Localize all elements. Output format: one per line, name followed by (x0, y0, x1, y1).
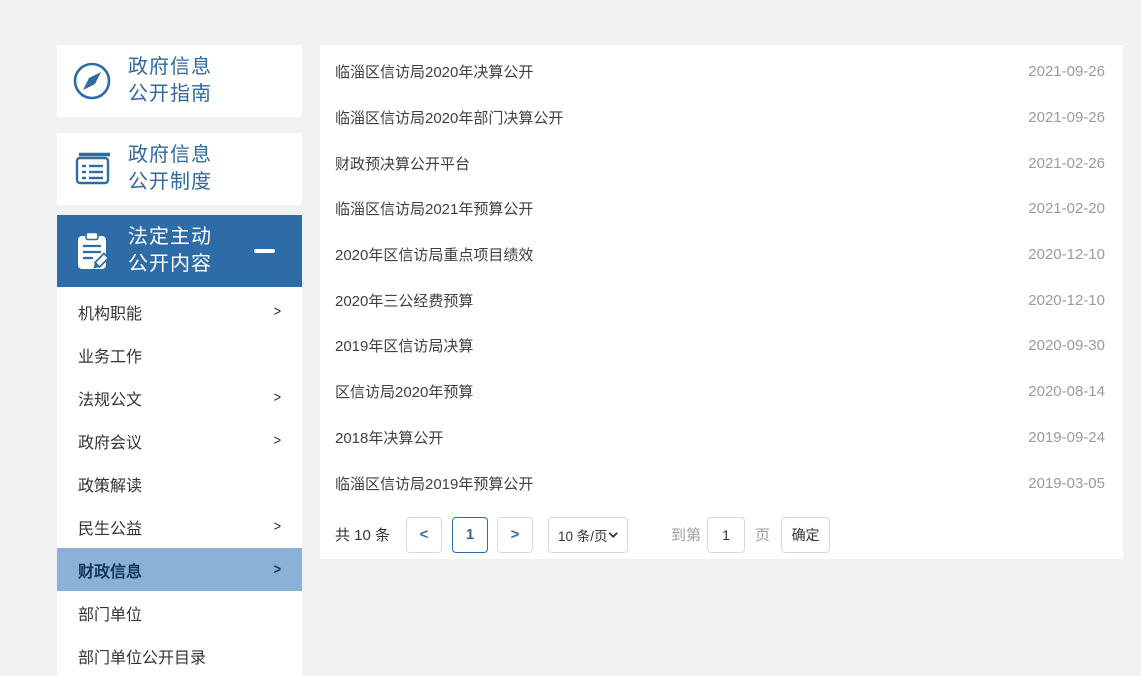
article-list: 临淄区信访局2020年决算公开 2021-09-26 临淄区信访局2020年部门… (320, 45, 1123, 506)
sidebar-menu-item-label: 民生公益 (78, 515, 142, 539)
sidebar-menu-item-label: 部门单位公开目录 (78, 644, 206, 668)
pagination-total-count: 共 10 条 (335, 524, 390, 545)
pagination-next-button[interactable]: > (497, 517, 533, 553)
article-title-link[interactable]: 2020年三公经费预算 (335, 290, 473, 311)
page-canvas: 政府信息 公开指南 政府信息 公开制度 (0, 0, 1141, 676)
chevron-right-icon: > (274, 389, 281, 406)
pagination-prev-button[interactable]: < (406, 517, 442, 553)
compass-icon (70, 59, 114, 103)
article-date: 2020-12-10 (1028, 292, 1105, 309)
sidebar-menu-item-label: 财政信息 (78, 558, 142, 582)
article-list-panel: 临淄区信访局2020年决算公开 2021-09-26 临淄区信访局2020年部门… (320, 45, 1123, 559)
sidebar-menu-item-label: 政策解读 (78, 472, 142, 496)
sidebar-menu-item[interactable]: 财政信息 > (57, 548, 302, 591)
pagination-bar: 共 10 条 < 1 > 10 条/页 到第 页 确定 (335, 517, 1123, 553)
chevron-left-icon: < (420, 526, 429, 543)
article-date: 2021-09-26 (1028, 109, 1105, 126)
goto-page-input[interactable] (707, 517, 745, 553)
article-date: 2019-03-05 (1028, 475, 1105, 492)
article-date: 2019-09-24 (1028, 429, 1105, 446)
article-row[interactable]: 财政预决算公开平台 2021-02-26 (335, 140, 1105, 186)
chevron-right-icon: > (274, 432, 281, 449)
article-title-link[interactable]: 2019年区信访局决算 (335, 335, 473, 356)
sidebar-menu-item-label: 法规公文 (78, 386, 142, 410)
goto-page-confirm-button[interactable]: 确定 (781, 517, 830, 553)
article-date: 2021-09-26 (1028, 63, 1105, 80)
sidebar-menu-item[interactable]: 政府会议 > (57, 419, 302, 462)
card-label-line2: 公开指南 (128, 81, 212, 108)
sidebar-section-header-label: 法定主动 公开内容 (128, 224, 212, 278)
article-row[interactable]: 2019年区信访局决算 2020-09-30 (335, 323, 1105, 369)
article-row[interactable]: 区信访局2020年预算 2020-08-14 (335, 369, 1105, 415)
article-date: 2020-08-14 (1028, 383, 1105, 400)
article-title-link[interactable]: 2018年决算公开 (335, 427, 443, 448)
chevron-right-icon: > (274, 518, 281, 535)
caret-down-icon (608, 531, 618, 539)
sidebar-card-disclosure-guide[interactable]: 政府信息 公开指南 (57, 45, 302, 117)
article-row[interactable]: 临淄区信访局2020年部门决算公开 2021-09-26 (335, 95, 1105, 141)
sidebar-menu-item-label: 部门单位 (78, 601, 142, 625)
article-title-link[interactable]: 临淄区信访局2019年预算公开 (335, 473, 533, 494)
article-title-link[interactable]: 临淄区信访局2020年部门决算公开 (335, 107, 563, 128)
sidebar-menu-item[interactable]: 部门单位公开目录 > (57, 634, 302, 676)
article-date: 2021-02-26 (1028, 155, 1105, 172)
card-label-line1: 政府信息 (128, 142, 212, 169)
article-date: 2020-12-10 (1028, 246, 1105, 263)
clipboard-pencil-icon (70, 229, 114, 273)
article-title-link[interactable]: 2020年区信访局重点项目绩效 (335, 244, 533, 265)
article-title-link[interactable]: 临淄区信访局2021年预算公开 (335, 198, 533, 219)
sidebar-card-disclosure-system[interactable]: 政府信息 公开制度 (57, 133, 302, 205)
article-row[interactable]: 临淄区信访局2021年预算公开 2021-02-20 (335, 186, 1105, 232)
sidebar: 政府信息 公开指南 政府信息 公开制度 (57, 45, 302, 676)
sidebar-menu-item[interactable]: 政策解读 > (57, 462, 302, 505)
article-title-link[interactable]: 区信访局2020年预算 (335, 381, 473, 402)
article-date: 2021-02-20 (1028, 200, 1105, 217)
sidebar-menu-item-label: 机构职能 (78, 300, 142, 324)
sidebar-menu-item[interactable]: 业务工作 > (57, 333, 302, 376)
section-header-line2: 公开内容 (128, 251, 212, 278)
sidebar-menu-item[interactable]: 民生公益 > (57, 505, 302, 548)
sidebar-menu-item-label: 政府会议 (78, 429, 142, 453)
sidebar-card-label: 政府信息 公开制度 (128, 142, 212, 196)
card-label-line1: 政府信息 (128, 54, 212, 81)
sidebar-card-label: 政府信息 公开指南 (128, 54, 212, 108)
section-header-line1: 法定主动 (128, 224, 212, 251)
pagination-page-1-button[interactable]: 1 (452, 517, 488, 553)
article-row[interactable]: 2020年区信访局重点项目绩效 2020-12-10 (335, 232, 1105, 278)
chevron-right-icon: > (274, 303, 281, 320)
sidebar-section-header-statutory-disclosure[interactable]: 法定主动 公开内容 (57, 215, 302, 287)
sidebar-menu: 机构职能 > 业务工作 > 法规公文 > 政府会议 > 政策解读 > 民生公益 … (57, 287, 302, 676)
page-size-select[interactable]: 10 条/页 (548, 517, 628, 553)
sidebar-menu-item-label: 业务工作 (78, 343, 142, 367)
document-list-icon (70, 147, 114, 191)
chevron-right-icon: > (511, 526, 520, 543)
goto-page-suffix-label: 页 (755, 524, 770, 545)
collapse-minus-icon[interactable] (254, 249, 275, 253)
article-row[interactable]: 2018年决算公开 2019-09-24 (335, 415, 1105, 461)
chevron-right-icon: > (274, 561, 281, 578)
sidebar-menu-item[interactable]: 机构职能 > (57, 290, 302, 333)
sidebar-menu-item[interactable]: 部门单位 > (57, 591, 302, 634)
article-row[interactable]: 临淄区信访局2020年决算公开 2021-09-26 (335, 49, 1105, 95)
article-title-link[interactable]: 财政预决算公开平台 (335, 153, 470, 174)
article-row[interactable]: 临淄区信访局2019年预算公开 2019-03-05 (335, 460, 1105, 506)
article-date: 2020-09-30 (1028, 337, 1105, 354)
article-title-link[interactable]: 临淄区信访局2020年决算公开 (335, 61, 533, 82)
card-label-line2: 公开制度 (128, 169, 212, 196)
article-row[interactable]: 2020年三公经费预算 2020-12-10 (335, 277, 1105, 323)
page-size-select-value: 10 条/页 (558, 525, 608, 545)
sidebar-menu-item[interactable]: 法规公文 > (57, 376, 302, 419)
goto-page-prefix-label: 到第 (671, 524, 701, 545)
